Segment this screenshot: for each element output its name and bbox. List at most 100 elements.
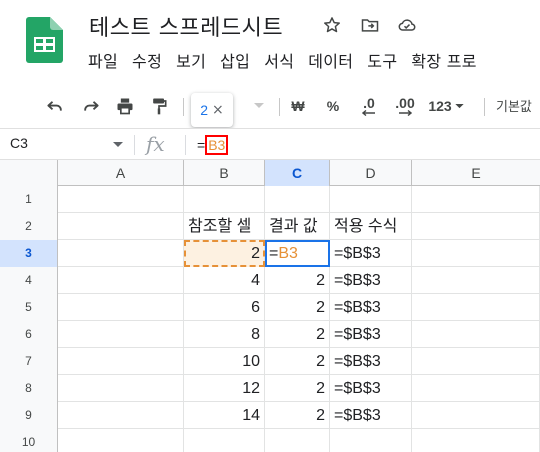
cell-b1[interactable] [184,186,265,213]
select-all-corner[interactable] [0,160,58,186]
cell-a3[interactable] [58,240,184,267]
increase-decimal-button[interactable]: .00 [390,94,420,118]
cell-a4[interactable] [58,267,184,294]
percent-format-button[interactable]: % [324,94,342,118]
row-header[interactable]: 7 [0,348,58,375]
cell-a6[interactable] [58,321,184,348]
menu-file[interactable]: 파일 [81,46,125,74]
cell-b5[interactable]: 6 [184,294,265,321]
menu-format[interactable]: 서식 [257,46,301,74]
cell-c3[interactable]: =B3 [265,240,330,267]
cell-b7[interactable]: 10 [184,348,265,375]
cell-c7[interactable]: 2 [265,348,330,375]
cell-d3[interactable]: =$B$3 [330,240,412,267]
menu-insert[interactable]: 삽입 [213,46,257,74]
cell-b3[interactable]: 2 [184,240,265,267]
star-icon[interactable] [320,13,344,37]
cell-e3[interactable] [412,240,540,267]
move-to-folder-icon[interactable] [358,13,382,37]
currency-format-button[interactable]: ₩ [289,94,307,118]
row-header[interactable]: 10 [0,429,58,452]
cell-d6[interactable]: =$B$3 [330,321,412,348]
cell-a7[interactable] [58,348,184,375]
redo-icon[interactable] [78,94,104,118]
cell-b8[interactable]: 12 [184,375,265,402]
row-header[interactable]: 2 [0,213,58,240]
cell-d7[interactable]: =$B$3 [330,348,412,375]
row-header[interactable]: 3 [0,240,58,267]
row-header[interactable]: 1 [0,186,58,213]
row-header[interactable]: 5 [0,294,58,321]
cell-d10[interactable] [330,429,412,452]
undo-icon[interactable] [42,94,68,118]
column-header-c[interactable]: C [265,160,330,186]
menu-tools[interactable]: 도구 [360,46,404,74]
column-header-row: A B C D E [0,160,540,186]
formula-cell-reference: B3 [205,135,229,155]
paint-format-icon[interactable] [146,94,172,118]
cell-e1[interactable] [412,186,540,213]
cell-d8[interactable]: =$B$3 [330,375,412,402]
spreadsheet-grid: A B C D E 1 2 참조할 셀 결과 값 적용 수식 3 2 =B3 =$B$3 4 4 2 =… [0,160,540,452]
menu-extensions[interactable]: 확장 프로 [404,46,483,74]
column-header-b[interactable]: B [184,160,265,186]
cell-d9[interactable]: =$B$3 [330,402,412,429]
cell-c9[interactable]: 2 [265,402,330,429]
cell-e9[interactable] [412,402,540,429]
cell-b4[interactable]: 4 [184,267,265,294]
zoom-chip-popup[interactable]: 2 × [191,93,233,127]
cell-c8[interactable]: 2 [265,375,330,402]
cell-a9[interactable] [58,402,184,429]
name-box[interactable]: C3 [10,135,28,151]
menu-data[interactable]: 데이터 [301,46,360,74]
cell-d4[interactable]: =$B$3 [330,267,412,294]
print-icon[interactable] [112,94,138,118]
cell-b9[interactable]: 14 [184,402,265,429]
name-box-caret-icon[interactable] [113,142,123,147]
cell-c5[interactable]: 2 [265,294,330,321]
row-header[interactable]: 6 [0,321,58,348]
cell-a10[interactable] [58,429,184,452]
cell-e7[interactable] [412,348,540,375]
cell-c2[interactable]: 결과 값 [265,213,330,240]
cell-e10[interactable] [412,429,540,452]
cell-a5[interactable] [58,294,184,321]
cell-c1[interactable] [265,186,330,213]
row-header[interactable]: 8 [0,375,58,402]
row-header[interactable]: 9 [0,402,58,429]
cell-a8[interactable] [58,375,184,402]
menu-view[interactable]: 보기 [169,46,213,74]
cell-d1[interactable] [330,186,412,213]
menu-edit[interactable]: 수정 [125,46,169,74]
cell-b10[interactable] [184,429,265,452]
column-header-a[interactable]: A [58,160,184,186]
zoom-dropdown-caret-icon[interactable] [251,94,267,118]
cell-c4[interactable]: 2 [265,267,330,294]
cell-e6[interactable] [412,321,540,348]
cell-e4[interactable] [412,267,540,294]
column-header-e[interactable]: E [412,160,540,186]
cell-e8[interactable] [412,375,540,402]
cell-a2[interactable] [58,213,184,240]
cell-c6[interactable]: 2 [265,321,330,348]
cell-b6[interactable]: 8 [184,321,265,348]
cell-d5[interactable]: =$B$3 [330,294,412,321]
cell-b2[interactable]: 참조할 셀 [184,213,265,240]
cell-c10[interactable] [265,429,330,452]
close-icon[interactable]: × [212,102,224,118]
column-header-d[interactable]: D [330,160,412,186]
cell-e5[interactable] [412,294,540,321]
cell-a1[interactable] [58,186,184,213]
row-header[interactable]: 4 [0,267,58,294]
sheets-logo-icon[interactable] [26,17,63,63]
cell-d2[interactable]: 적용 수식 [330,213,412,240]
cloud-status-icon[interactable] [395,13,419,37]
cell-e2[interactable] [412,213,540,240]
zoom-chip-value: 2 [200,102,209,118]
number-format-dropdown[interactable]: 123 [425,94,467,118]
table-row: 7 10 2 =$B$3 [0,348,540,375]
formula-input[interactable]: = B3 [197,135,229,155]
document-title[interactable]: 테스트 스프레드시트 [89,10,283,42]
decrease-decimal-button[interactable]: .0 [355,94,383,118]
font-family-dropdown[interactable]: 기본값 [496,96,532,115]
